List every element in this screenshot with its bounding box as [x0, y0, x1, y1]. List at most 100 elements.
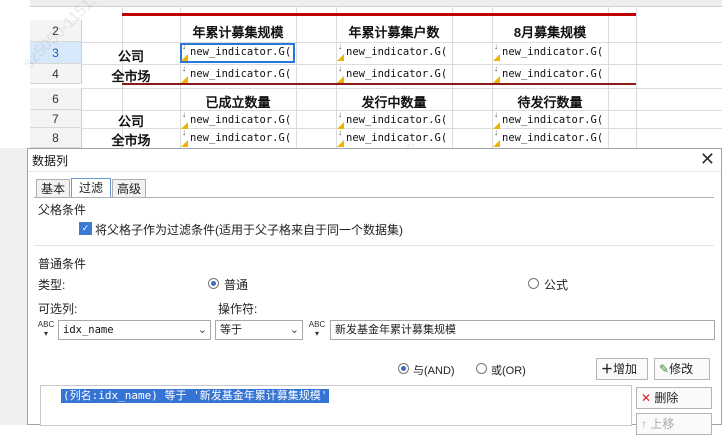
column-title: 已成立数量 [205, 95, 271, 110]
chevron-down-icon: ⌄ [289, 324, 299, 336]
grid-line [452, 6, 453, 148]
down-arrow-icon: ↓ [494, 110, 498, 119]
row-label: 全市场 [111, 69, 151, 84]
cell-formula: new_indicator.G( [502, 114, 604, 126]
data-cell[interactable]: ↓ new_indicator.G( [492, 128, 608, 148]
column-title: 年累计募集户数 [348, 25, 440, 40]
optional-column-label: 可选列: [38, 302, 78, 316]
edit-icon: ✎ [659, 362, 670, 376]
cell-formula: new_indicator.G( [502, 46, 604, 58]
or-radio[interactable] [476, 363, 487, 374]
corner-marker-icon [181, 76, 188, 83]
close-icon[interactable]: ✕ [700, 149, 715, 170]
data-cell[interactable]: ↓ new_indicator.G( [336, 128, 452, 148]
data-column-dialog: 数据列 ✕ 基本 过滤 高级 父格条件 ✓ 将父格子作为过滤条件(适用于父子格来… [27, 148, 722, 435]
condition-item[interactable]: (列名:idx_name) 等于 '新发基金年累计募集规模' [61, 389, 330, 403]
down-arrow-icon: ↓ [338, 42, 342, 51]
down-arrow-icon: ↓ [182, 42, 186, 51]
cell-formula: new_indicator.G( [502, 68, 604, 80]
data-cell[interactable]: ↓ new_indicator.G( [180, 128, 296, 148]
dialog-titlebar [28, 149, 721, 172]
red-border-line [122, 13, 636, 16]
corner-marker-icon [493, 140, 500, 147]
data-cell[interactable]: ↓ new_indicator.G( [180, 42, 296, 62]
down-arrow-icon: ↓ [494, 128, 498, 137]
cell-formula: new_indicator.G( [190, 132, 292, 144]
corner-marker-icon [181, 54, 188, 61]
cell-formula: new_indicator.G( [502, 132, 604, 144]
cell-formula: new_indicator.G( [190, 114, 292, 126]
column-title: 8月募集规模 [513, 25, 587, 40]
type-normal-radio[interactable] [208, 278, 219, 289]
grid-line [82, 88, 722, 89]
operator-label: 操作符: [218, 302, 258, 316]
cell-formula: new_indicator.G( [190, 68, 292, 80]
grid-line [608, 6, 609, 148]
down-arrow-icon: ↓ [182, 110, 186, 119]
cell-formula: new_indicator.G( [346, 68, 448, 80]
modify-button[interactable]: ✎修改 [654, 358, 710, 380]
move-up-button[interactable]: ↑ 上移 [636, 413, 712, 435]
cell-formula: new_indicator.G( [346, 46, 448, 58]
down-arrow-icon: ↓ [182, 64, 186, 73]
down-arrow-icon: ↓ [338, 64, 342, 73]
data-cell[interactable]: ↓ new_indicator.G( [492, 64, 608, 84]
data-cell[interactable]: ↓ new_indicator.G( [492, 42, 608, 62]
and-label: 与(AND) [413, 365, 455, 377]
grid-line [296, 6, 297, 148]
abc-type-icon[interactable]: ABC ▾ [307, 320, 327, 340]
column-header-bar [30, 0, 722, 7]
value-input[interactable]: 新发基金年累计募集规模 [330, 320, 715, 340]
section-title-parent: 父格条件 [38, 203, 87, 217]
or-label: 或(OR) [491, 365, 526, 377]
row-label: 全市场 [111, 133, 151, 148]
and-radio[interactable] [398, 363, 409, 374]
tab-filter[interactable]: 过滤 [71, 178, 111, 197]
abc-type-icon: ABC ▾ [37, 320, 55, 338]
data-cell[interactable]: ↓ new_indicator.G( [336, 110, 452, 130]
row-header[interactable]: 8 [30, 128, 82, 148]
row-header[interactable]: 7 [30, 110, 82, 128]
row-header[interactable]: 6 [30, 88, 82, 110]
down-arrow-icon: ↓ [494, 42, 498, 51]
delete-button[interactable]: ✕ 删除 [636, 387, 712, 409]
grid-line [636, 6, 637, 148]
corner-marker-icon [493, 54, 500, 61]
type-formula-radio[interactable] [528, 278, 539, 289]
tab-advanced[interactable]: 高级 [112, 179, 146, 197]
column-title: 待发行数量 [517, 95, 583, 110]
corner-marker-icon [337, 76, 344, 83]
plus-icon: ＋ [601, 362, 614, 376]
column-title: 年累计募集规模 [192, 25, 284, 40]
data-cell[interactable]: ↓ new_indicator.G( [180, 110, 296, 130]
cell-formula: new_indicator.G( [346, 114, 448, 126]
tab-basic[interactable]: 基本 [36, 179, 70, 197]
down-arrow-icon: ↓ [338, 128, 342, 137]
data-cell[interactable]: ↓ new_indicator.G( [336, 64, 452, 84]
add-button[interactable]: ＋增加 [596, 358, 648, 380]
down-arrow-icon: ↓ [338, 110, 342, 119]
cell-formula: new_indicator.G( [190, 46, 292, 58]
column-select[interactable]: idx_name ⌄ [58, 320, 211, 340]
down-arrow-icon: ↓ [182, 128, 186, 137]
chevron-down-icon: ⌄ [197, 324, 207, 336]
tab-divider [34, 197, 714, 198]
type-normal-label: 普通 [224, 278, 249, 292]
corner-marker-icon [337, 54, 344, 61]
up-arrow-icon: ↑ [641, 417, 647, 431]
corner-marker-icon [181, 140, 188, 147]
data-cell[interactable]: ↓ new_indicator.G( [492, 110, 608, 130]
corner-marker-icon [493, 76, 500, 83]
column-title: 发行中数量 [361, 95, 427, 110]
dialog-title: 数据列 [32, 154, 69, 168]
data-cell[interactable]: ↓ new_indicator.G( [336, 42, 452, 62]
data-cell[interactable]: ↓ new_indicator.G( [180, 64, 296, 84]
section-title-common: 普通条件 [38, 257, 87, 271]
corner-marker-icon [337, 140, 344, 147]
cell-formula: new_indicator.G( [346, 132, 448, 144]
parent-filter-checkbox[interactable]: ✓ [79, 222, 92, 235]
type-formula-label: 公式 [544, 278, 569, 292]
parent-filter-label: 将父格子作为过滤条件(适用于父子格来自于同一个数据集) [95, 223, 403, 237]
operator-select[interactable]: 等于 ⌄ [215, 320, 303, 340]
down-arrow-icon: ↓ [494, 64, 498, 73]
